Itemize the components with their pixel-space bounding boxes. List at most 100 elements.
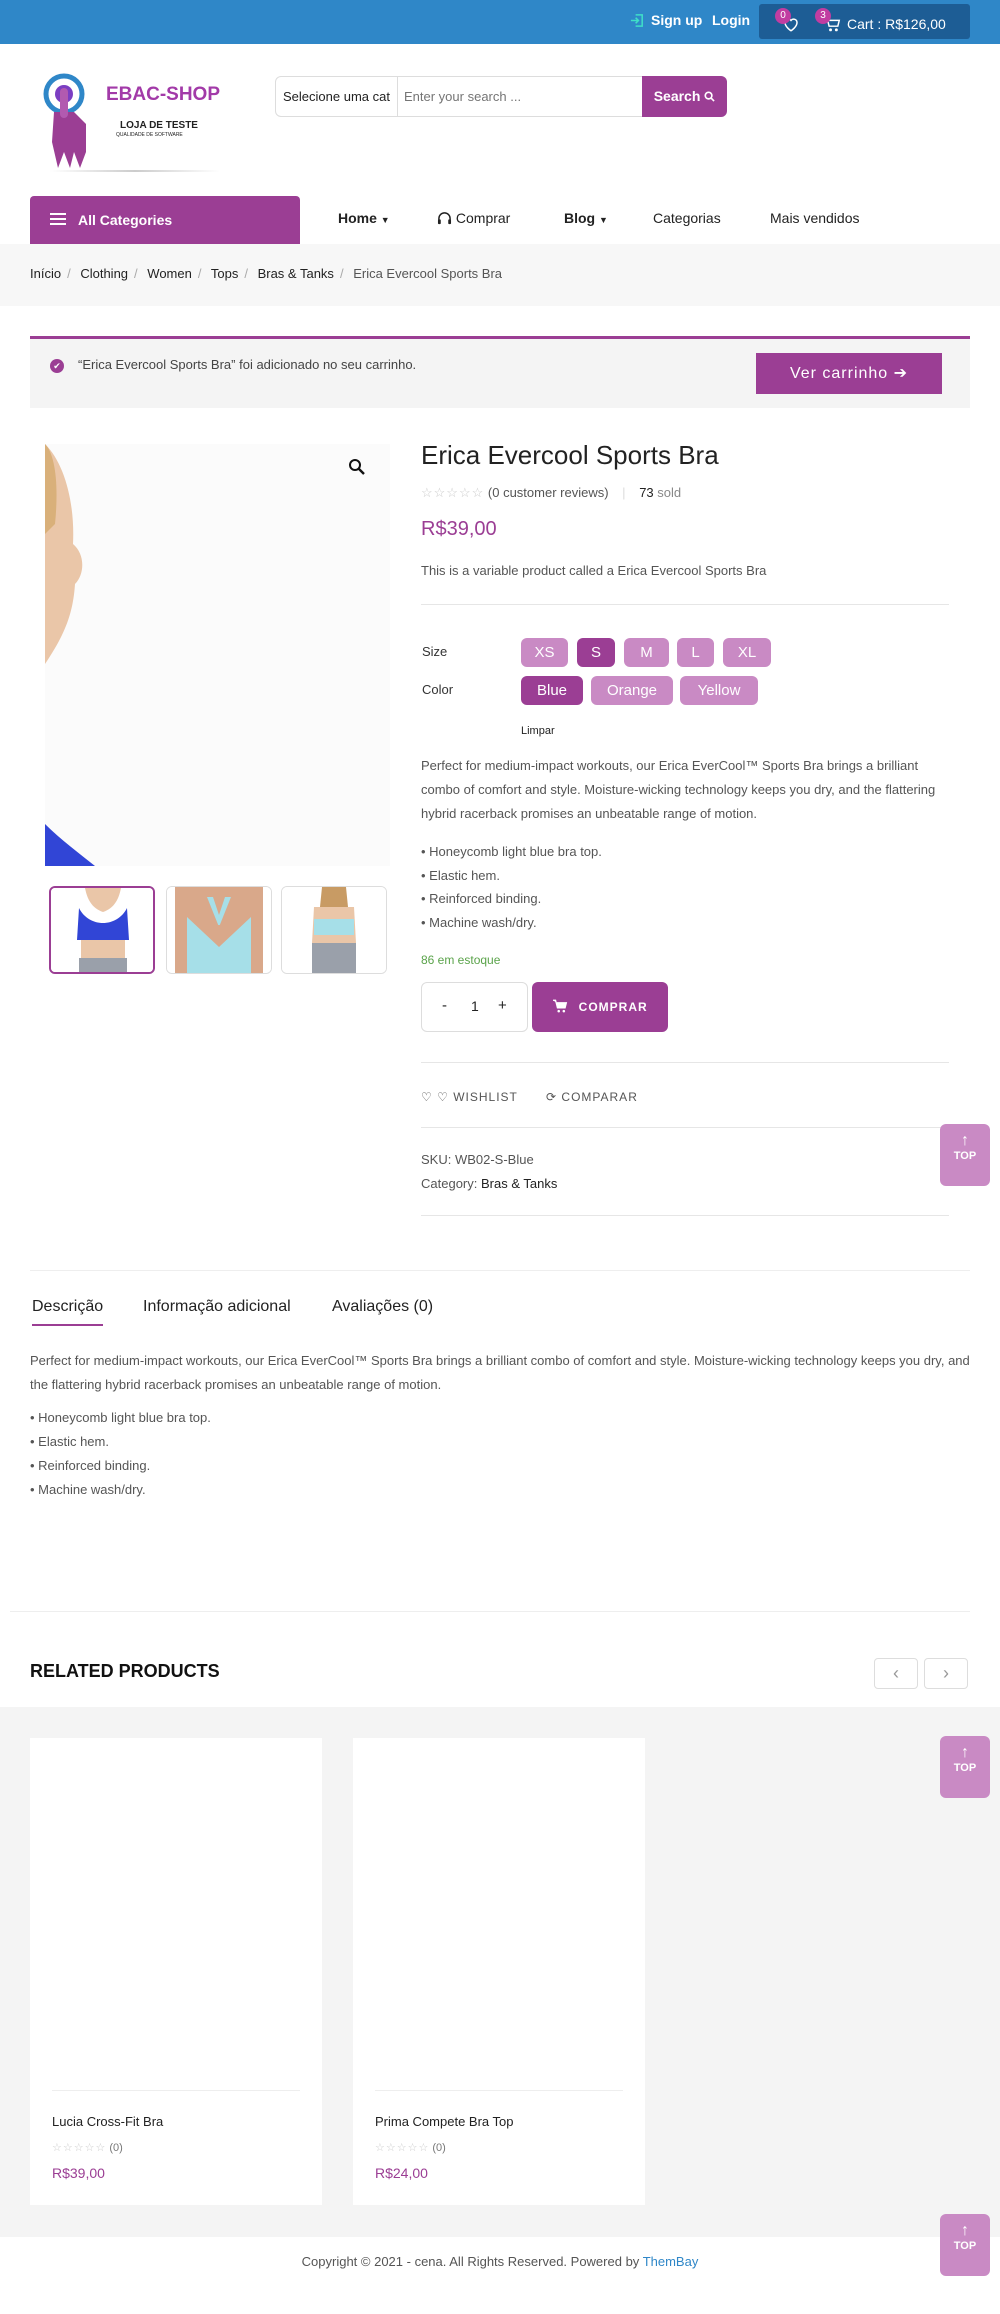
footer-link-thembay[interactable]: ThemBay [643,2254,699,2269]
login-link[interactable]: Login [712,12,750,28]
category-select[interactable]: Selecione uma cat [276,77,398,116]
product-thumbnail-1[interactable] [49,886,155,974]
color-yellow[interactable]: Yellow [680,676,758,705]
qty-value[interactable]: 1 [471,998,479,1014]
logo-line2: QUALIDADE DE SOFTWARE [116,132,183,138]
arrow-right-icon: ➔ [893,365,909,382]
search-button[interactable]: Search [642,76,727,117]
breadcrumb-separator: / [339,266,344,281]
breadcrumb-inicio[interactable]: Início [30,266,61,281]
breadcrumb-bras-tanks[interactable]: Bras & Tanks [258,266,334,281]
site-logo[interactable]: EBAC-SHOP LOJA DE TESTE QUALIDADE DE SOF… [40,66,230,176]
cart-button[interactable]: 3 Cart : R$126,00 [815,8,961,34]
product-image-placeholder[interactable] [353,1738,645,2078]
related-product-price: R$24,00 [375,2165,428,2181]
divider [421,1215,949,1216]
arrow-up-icon: ↑ [961,2222,969,2239]
back-to-top-button[interactable]: ↑ TOP [940,1124,990,1186]
carousel-next-button[interactable]: › [924,1658,968,1689]
color-orange[interactable]: Orange [591,676,673,705]
carousel-prev-button[interactable]: ‹ [874,1658,918,1689]
nav-mais-vendidos[interactable]: Mais vendidos [770,210,860,226]
product-image-placeholder[interactable] [30,1738,322,2078]
search-input[interactable] [404,83,634,110]
divider [10,1611,970,1612]
quantity-stepper: - 1 + [421,982,528,1032]
related-product-name[interactable]: Prima Compete Bra Top [375,2114,514,2129]
cart-added-notice: ✔ “Erica Evercool Sports Bra” foi adicio… [30,336,970,408]
size-xl[interactable]: XL [723,638,771,667]
star-rating-icon: ☆☆☆☆☆ [375,2142,430,2154]
size-m[interactable]: M [624,638,669,667]
nav-blog[interactable]: Blog ▼ [564,210,608,226]
divider [421,1062,949,1063]
divider [421,1127,949,1128]
product-main-image[interactable] [45,444,390,866]
feature-item: • Elastic hem. [421,868,500,883]
product-thumbnail-2[interactable] [166,886,272,974]
qty-plus-button[interactable]: + [498,997,507,1014]
qty-minus-button[interactable]: - [442,997,447,1014]
breadcrumb-clothing[interactable]: Clothing [80,266,128,281]
breadcrumb-current: Erica Evercool Sports Bra [353,266,503,281]
thumbnail-image [167,887,271,973]
compare-link[interactable]: ⟳ COMPARAR [546,1090,638,1104]
clear-selection-link[interactable]: Limpar [521,725,555,737]
caret-down-icon: ▼ [380,215,390,225]
caret-down-icon: ▼ [599,215,608,225]
logo-brand: EBAC-SHOP [106,84,221,105]
nav-comprar[interactable]: Comprar [437,210,510,226]
tab-description-text: Perfect for medium-impact workouts, our … [30,1353,970,1392]
nav-comprar-label: Comprar [455,210,511,226]
all-categories-button[interactable]: All Categories [30,196,300,244]
view-cart-label: Ver carrinho [789,365,889,382]
add-to-cart-button[interactable]: COMPRAR [532,982,668,1032]
product-description: Perfect for medium-impact workouts, our … [421,758,936,821]
size-xs[interactable]: XS [521,638,568,667]
top-label: TOP [953,1762,977,1774]
tab-informacao-adicional[interactable]: Informação adicional [143,1298,291,1316]
rating-count: (0) [432,2142,446,2154]
top-label: TOP [953,1150,977,1162]
related-product-card[interactable]: Lucia Cross-Fit Bra ☆☆☆☆☆ (0) R$39,00 [30,1738,322,2205]
star-rating-icon: ☆☆☆☆☆ [421,485,485,500]
tab-feature-item: • Elastic hem. [30,1434,109,1449]
wishlist-count-badge: 0 [775,8,791,24]
category-label: Category: [421,1176,478,1191]
thumbnail-image [51,888,153,972]
wishlist-link[interactable]: ♡ ♡ WISHLIST [421,1090,518,1104]
zoom-icon[interactable] [348,458,366,476]
product-thumbnail-3[interactable] [281,886,387,974]
arrow-up-icon: ↑ [961,1744,969,1761]
check-icon: ✔ [50,359,64,373]
breadcrumb-tops[interactable]: Tops [211,266,238,281]
nav-categorias[interactable]: Categorias [653,210,721,226]
related-product-card[interactable]: Prima Compete Bra Top ☆☆☆☆☆ (0) R$24,00 [353,1738,645,2205]
color-blue[interactable]: Blue [521,676,583,705]
related-product-price: R$39,00 [52,2165,105,2181]
view-cart-button[interactable]: Ver carrinho ➔ [756,353,942,394]
tab-avaliacoes[interactable]: Avaliações (0) [332,1298,433,1316]
signup-link[interactable]: Sign up [630,12,702,28]
divider [52,2090,300,2091]
feature-item: • Machine wash/dry. [421,915,537,930]
size-l[interactable]: L [677,638,714,667]
thumbnail-image [282,887,386,973]
review-count[interactable]: (0 customer reviews) [488,485,609,500]
color-label: Color [422,682,454,697]
wishlist-label: WISHLIST [453,1090,518,1104]
nav-home[interactable]: Home ▼ [338,210,390,226]
related-product-name[interactable]: Lucia Cross-Fit Bra [52,2114,163,2129]
cart-icon [553,999,568,1013]
size-s[interactable]: S [577,638,615,667]
breadcrumb-women[interactable]: Women [147,266,192,281]
product-sku: SKU: WB02-S-Blue [421,1152,534,1167]
back-to-top-button[interactable]: ↑ TOP [940,1736,990,1798]
category-link[interactable]: Bras & Tanks [481,1176,557,1191]
tab-descricao[interactable]: Descrição [32,1298,104,1326]
tab-feature-item: • Reinforced binding. [30,1458,151,1473]
breadcrumb-separator: / [67,266,71,281]
wishlist-button[interactable]: 0 [775,8,803,34]
divider [30,1270,970,1271]
chevron-right-icon: › [943,1663,949,1683]
